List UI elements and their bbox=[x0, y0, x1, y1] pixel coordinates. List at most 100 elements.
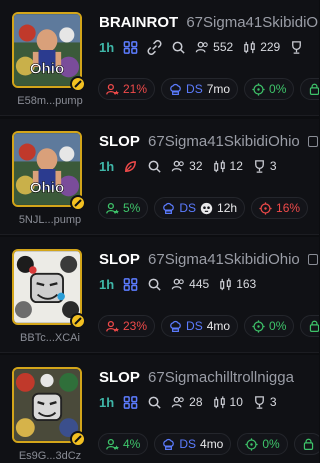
trophy-icon bbox=[254, 395, 264, 409]
lock-pill[interactable] bbox=[300, 78, 319, 100]
token-image[interactable] bbox=[12, 249, 82, 325]
leaf-icon[interactable] bbox=[123, 159, 138, 174]
holders-stat: 32 bbox=[171, 159, 203, 174]
dev-pill[interactable]: DS 4mo bbox=[154, 433, 232, 455]
holders-icon bbox=[171, 396, 184, 407]
candlestick-icon bbox=[213, 159, 225, 172]
copy-icon[interactable] bbox=[307, 136, 318, 147]
trophy-icon bbox=[254, 159, 264, 173]
token-ticker: SLOP bbox=[99, 251, 140, 268]
link-icon[interactable] bbox=[147, 39, 162, 55]
snipers-pill[interactable]: 16% bbox=[251, 197, 309, 219]
top-holders-pill[interactable]: 5% bbox=[98, 197, 149, 219]
token-card[interactable]: Ohio 5NJL...pump SLOP 67Sigma41SkibidiOh… bbox=[0, 119, 319, 235]
token-card[interactable]: Ohio E58m...pump BRAINROT 67Sigma41Skibi… bbox=[0, 0, 319, 116]
token-age: 1h bbox=[99, 394, 115, 410]
community-icon[interactable] bbox=[123, 395, 138, 410]
token-metrics-row: 23% DS 4mo 0% bbox=[12, 315, 319, 337]
pro-traders-stat: 12 bbox=[212, 159, 243, 174]
trophy-count: 3 bbox=[269, 395, 277, 409]
token-stats-row: 1h 28 10 3 bbox=[99, 393, 319, 411]
token-list: Ohio E58m...pump BRAINROT 67Sigma41Skibi… bbox=[0, 0, 319, 463]
dev-label: DS bbox=[186, 82, 203, 96]
pro-traders-count: 163 bbox=[236, 277, 257, 291]
token-image[interactable] bbox=[12, 367, 82, 443]
trophy-stat: 3 bbox=[252, 159, 277, 174]
token-title-row: SLOP 67Sigma41SkibidiOhio bbox=[99, 133, 319, 151]
trophy-count: 3 bbox=[269, 159, 277, 173]
snipers-pct: 0% bbox=[262, 437, 280, 451]
snipers-pct: 0% bbox=[269, 319, 287, 333]
top-holders-pct: 5% bbox=[123, 201, 141, 215]
crosshair-icon bbox=[259, 201, 272, 215]
user-star-icon bbox=[106, 202, 119, 214]
search-icon[interactable] bbox=[147, 277, 162, 292]
dev-label: DS bbox=[179, 437, 197, 451]
snipers-pct: 16% bbox=[276, 201, 301, 215]
lock-icon bbox=[303, 438, 313, 450]
token-name: 67Sigmachilltrollnigga bbox=[148, 369, 294, 386]
top-holders-pct: 21% bbox=[123, 82, 148, 96]
candlestick-icon bbox=[220, 277, 231, 290]
token-ticker: BRAINROT bbox=[99, 14, 179, 31]
community-icon[interactable] bbox=[123, 277, 138, 292]
holders-icon bbox=[195, 41, 208, 52]
token-title-row: SLOP 67Sigma41SkibidiOhio bbox=[99, 251, 319, 269]
token-name: 67Sigma41SkibidiOhio bbox=[148, 133, 300, 150]
token-metrics-row: 4% DS 4mo 0% bbox=[12, 433, 319, 455]
token-metrics-row: 21% DS 7mo 0% bbox=[12, 78, 319, 100]
token-ticker: SLOP bbox=[99, 133, 140, 150]
token-image[interactable]: Ohio bbox=[12, 131, 82, 207]
token-stats-row: 1h 552 229 bbox=[99, 38, 319, 56]
chef-hat-icon bbox=[163, 202, 175, 214]
trophy-icon bbox=[289, 40, 304, 55]
token-image[interactable]: Ohio bbox=[12, 12, 82, 88]
token-age: 1h bbox=[99, 39, 115, 55]
snipers-pill[interactable]: 0% bbox=[237, 433, 288, 455]
holders-stat: 552 bbox=[195, 40, 233, 55]
token-title-row: SLOP 67Sigmachilltrollnigga bbox=[99, 369, 319, 387]
candlestick-icon bbox=[244, 40, 255, 53]
top-holders-pill[interactable]: 21% bbox=[98, 78, 156, 100]
top-holders-pct: 23% bbox=[123, 319, 148, 333]
dev-pill[interactable]: DS 4mo bbox=[161, 315, 239, 337]
trophy-stat: 3 bbox=[252, 395, 277, 410]
community-icon[interactable] bbox=[123, 40, 138, 55]
top-holders-pill[interactable]: 23% bbox=[98, 315, 156, 337]
holders-stat: 28 bbox=[171, 395, 203, 410]
holders-icon bbox=[171, 160, 184, 171]
snipers-pill[interactable]: 0% bbox=[244, 78, 295, 100]
holders-count: 32 bbox=[189, 159, 203, 173]
chef-hat-icon bbox=[170, 320, 181, 332]
pro-traders-stat: 10 bbox=[212, 395, 243, 410]
pro-traders-count: 10 bbox=[229, 395, 243, 409]
top-holders-pill[interactable]: 4% bbox=[98, 433, 149, 455]
pro-traders-count: 229 bbox=[260, 40, 281, 54]
copy-icon[interactable] bbox=[307, 254, 318, 265]
pro-traders-count: 12 bbox=[229, 159, 243, 173]
holders-stat: 445 bbox=[171, 277, 209, 292]
dev-time: 4mo bbox=[200, 437, 224, 451]
lock-icon bbox=[310, 83, 319, 95]
dev-pill[interactable]: DS 12h bbox=[154, 197, 246, 219]
lock-pill[interactable] bbox=[293, 433, 319, 455]
dev-pill[interactable]: DS 7mo bbox=[161, 78, 239, 100]
snipers-pill[interactable]: 0% bbox=[244, 315, 295, 337]
dev-time: 12h bbox=[217, 201, 238, 215]
token-title-row: BRAINROT 67Sigma41SkibidiOhio bbox=[99, 14, 319, 32]
user-star-icon bbox=[106, 320, 119, 332]
token-age: 1h bbox=[99, 276, 115, 292]
search-icon[interactable] bbox=[147, 395, 162, 410]
token-card[interactable]: BBTc...XCAi SLOP 67Sigma41SkibidiOhio 1h… bbox=[0, 237, 319, 353]
candlestick-icon bbox=[213, 395, 225, 408]
lock-pill[interactable] bbox=[300, 315, 319, 337]
pro-traders-stat: 163 bbox=[218, 277, 256, 292]
chef-hat-icon bbox=[170, 83, 181, 95]
token-card[interactable]: Es9G...3dCz SLOP 67Sigmachilltrollnigga … bbox=[0, 355, 319, 463]
search-icon[interactable] bbox=[171, 40, 186, 55]
crosshair-icon bbox=[252, 82, 265, 96]
chef-hat-icon bbox=[163, 438, 175, 450]
search-icon[interactable] bbox=[147, 159, 162, 174]
svg-text:Ohio: Ohio bbox=[30, 180, 64, 197]
holders-icon bbox=[171, 278, 184, 289]
